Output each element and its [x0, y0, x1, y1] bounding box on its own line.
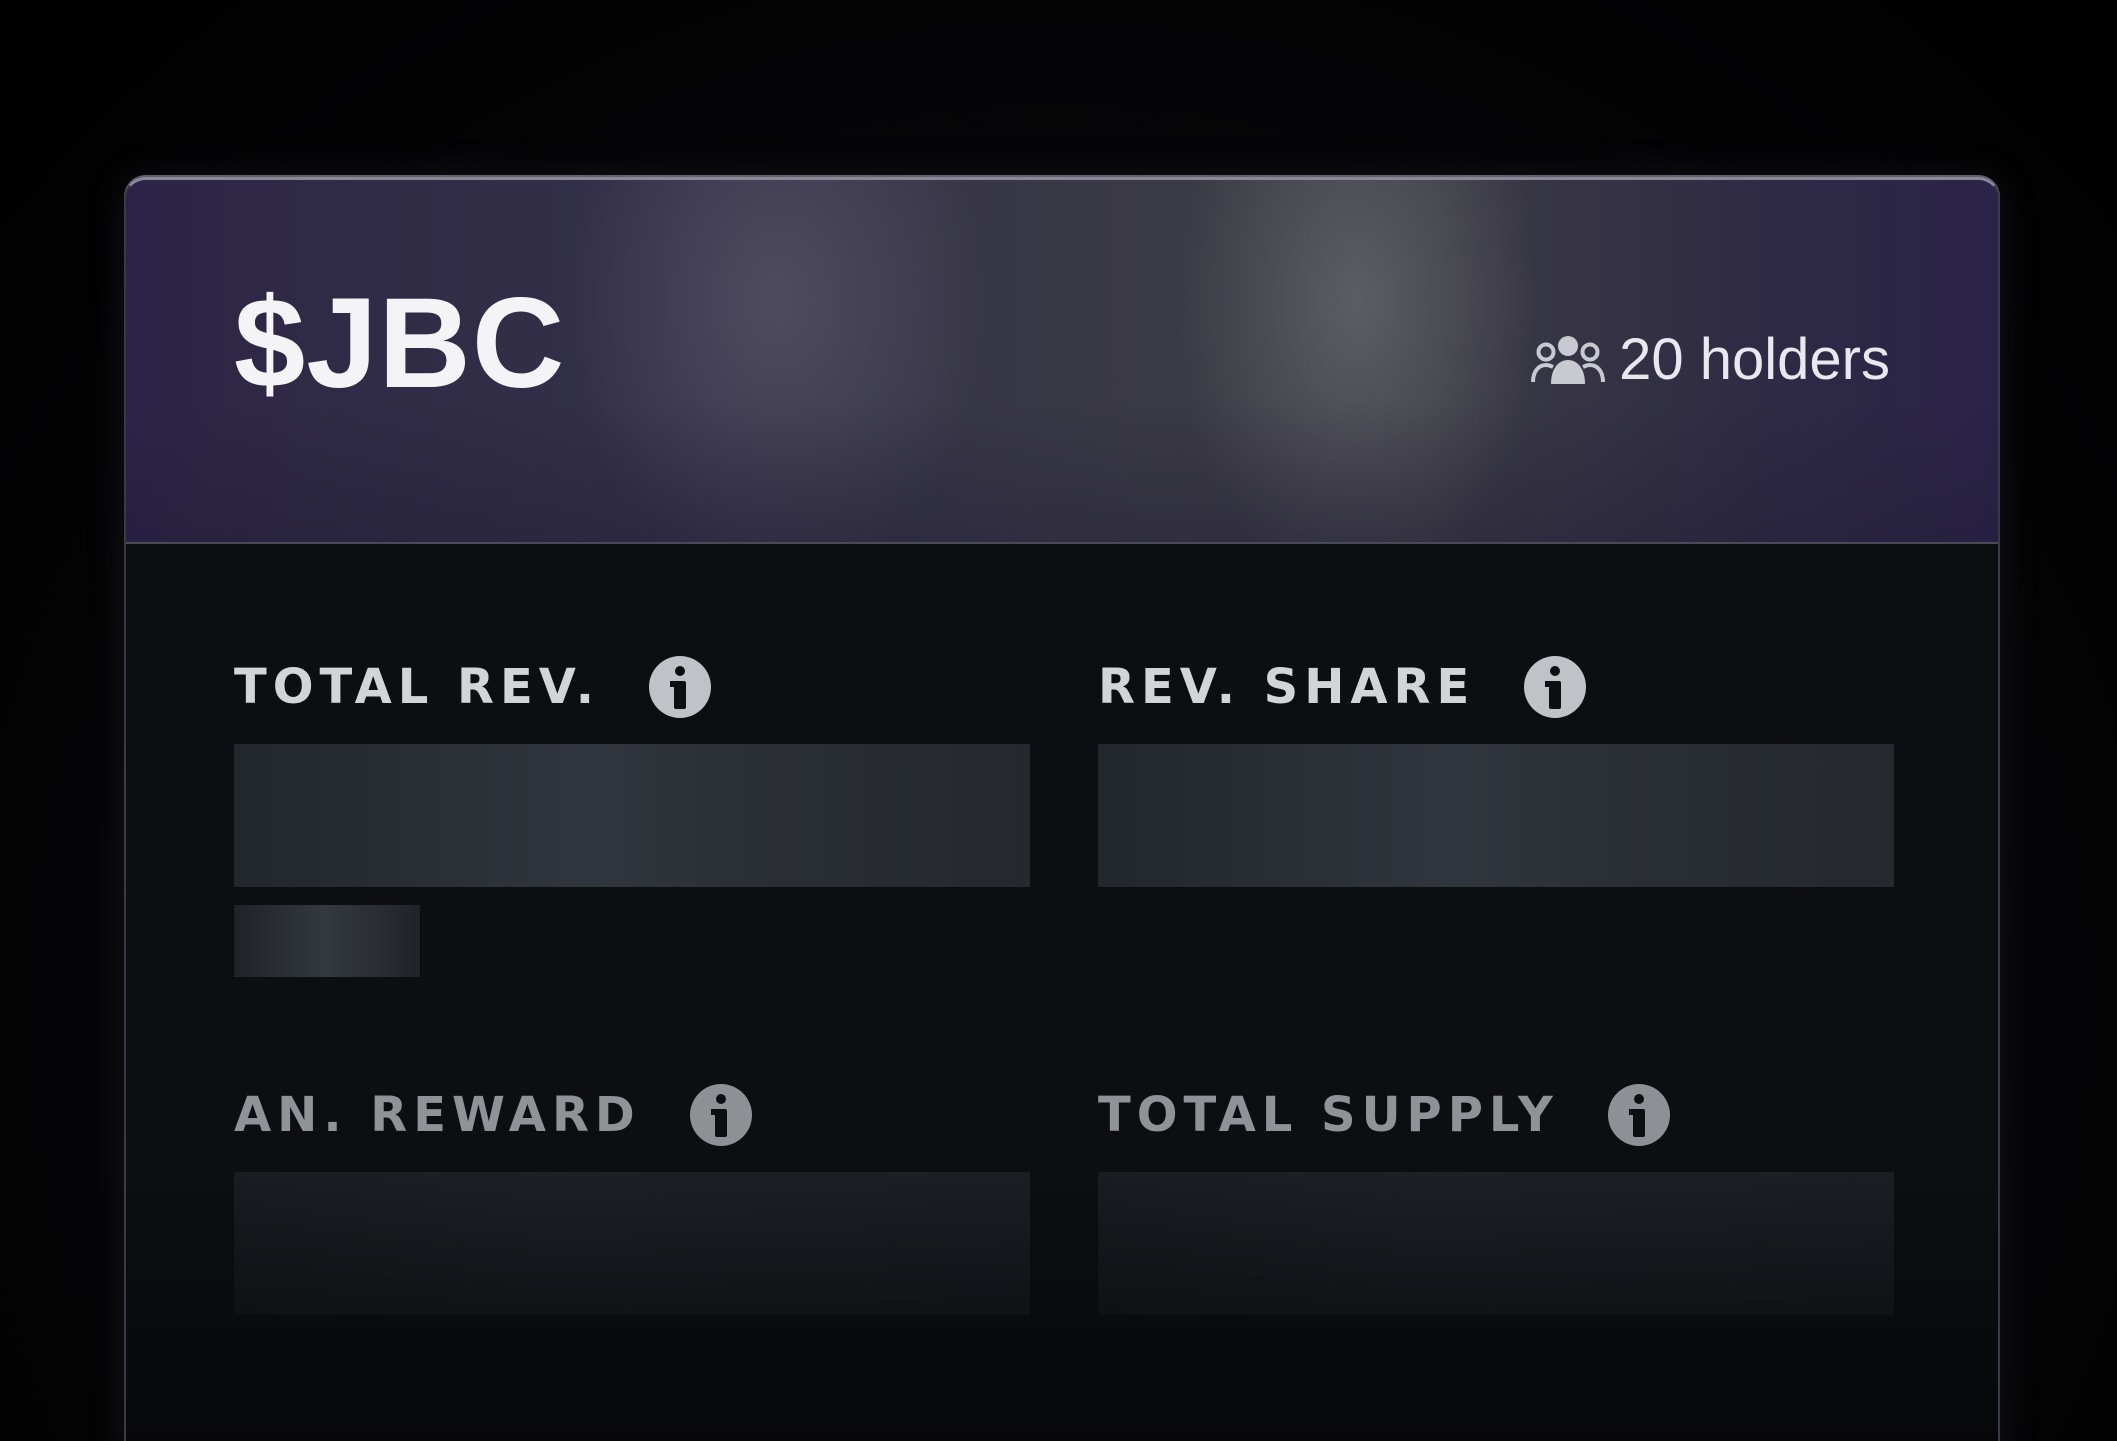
holders-label: 20 holders	[1619, 327, 1890, 392]
stat-label: REV. SHARE	[1098, 659, 1476, 715]
token-card-header: $JBC 20 holders	[126, 180, 1998, 544]
stat-rev-share: REV. SHARE	[1098, 652, 1894, 887]
users-icon	[1531, 330, 1606, 390]
token-ticker: $JBC	[234, 272, 566, 415]
token-card: $JBC 20 holders TOTAL REV. REV. SHARE AN…	[124, 177, 2000, 1441]
page-background: $JBC 20 holders TOTAL REV. REV. SHARE AN…	[0, 0, 2117, 1441]
info-icon[interactable]	[648, 655, 712, 719]
stat-an-reward: AN. REWARD	[234, 1080, 1030, 1315]
stat-label: TOTAL SUPPLY	[1098, 1087, 1559, 1143]
stat-subvalue-skeleton	[234, 905, 420, 977]
stat-total-rev: TOTAL REV.	[234, 652, 1030, 977]
info-icon[interactable]	[1523, 655, 1587, 719]
stat-value-skeleton	[1098, 1172, 1894, 1315]
stat-value-skeleton	[234, 1172, 1030, 1315]
info-icon[interactable]	[1607, 1083, 1671, 1147]
stat-value-skeleton	[234, 744, 1030, 887]
info-icon[interactable]	[689, 1083, 753, 1147]
stat-total-supply: TOTAL SUPPLY	[1098, 1080, 1894, 1315]
stat-value-skeleton	[1098, 744, 1894, 887]
holders-count: 20 holders	[1531, 330, 1890, 390]
stat-label: AN. REWARD	[234, 1087, 641, 1143]
stat-label: TOTAL REV.	[234, 659, 600, 715]
